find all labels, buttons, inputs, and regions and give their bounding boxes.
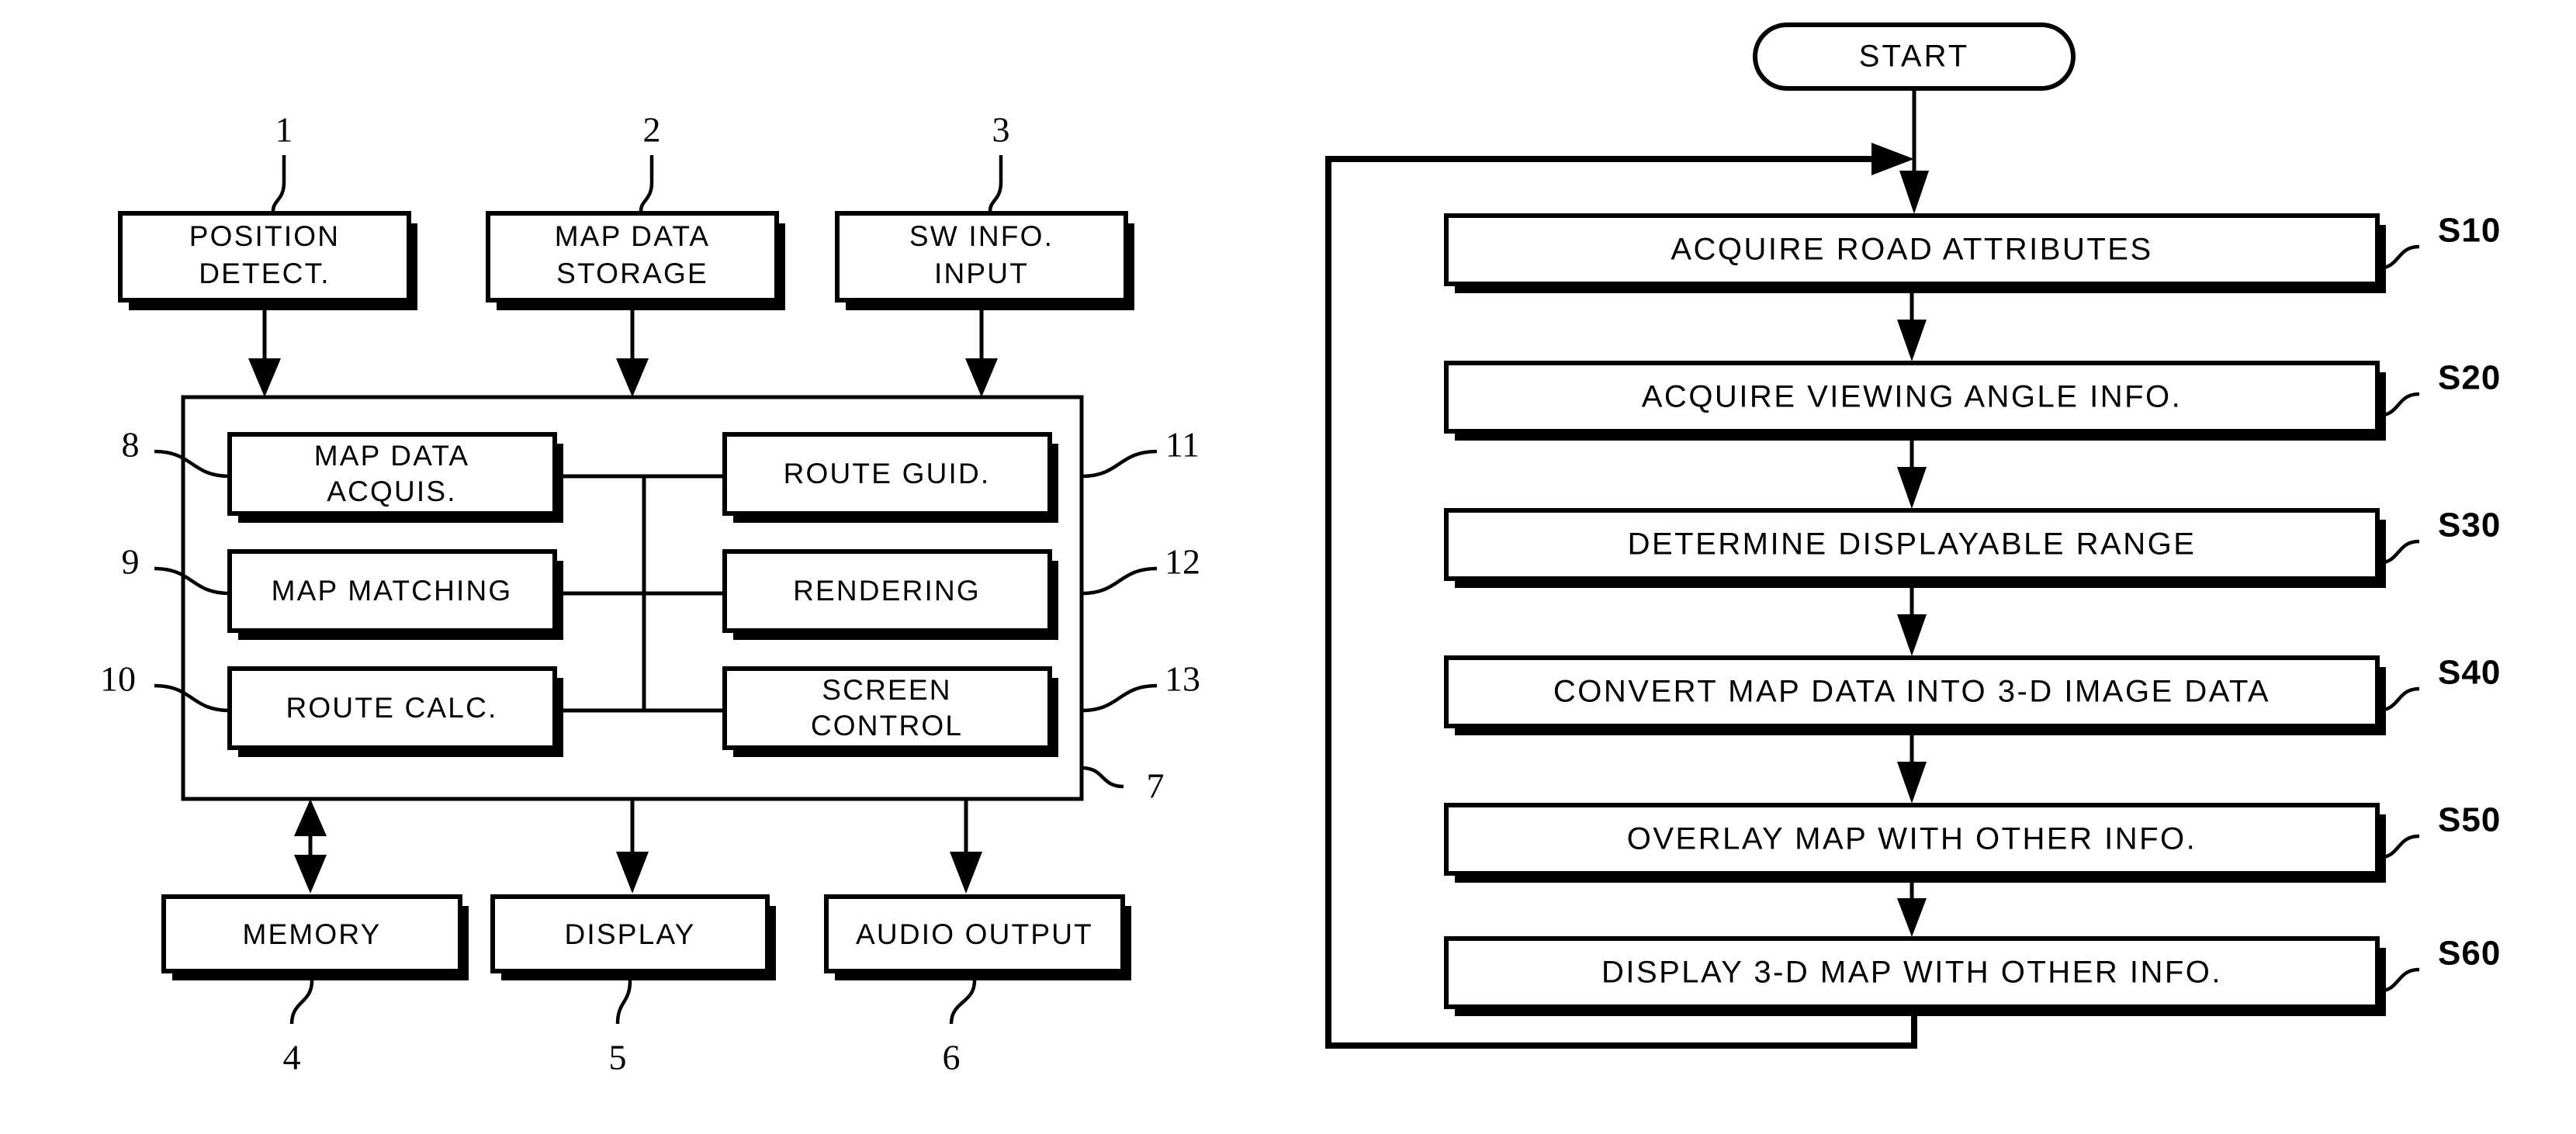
arrow-position-to-control bbox=[248, 310, 281, 397]
block-map-data-storage[interactable]: MAP DATA STORAGE bbox=[486, 211, 785, 310]
ref-number-10: 10 bbox=[100, 659, 136, 699]
block-position-detect[interactable]: POSITION DETECT. bbox=[118, 211, 417, 310]
module-route-calc-label: ROUTE CALC. bbox=[286, 692, 498, 724]
block-sw-info-input-line-2: INPUT bbox=[934, 258, 1029, 289]
ref-leader-13 bbox=[1081, 683, 1158, 713]
module-screen-control[interactable]: SCREEN CONTROL bbox=[722, 666, 1058, 757]
ref-leader-7 bbox=[1081, 766, 1124, 789]
block-position-detect-line-2: DETECT. bbox=[199, 258, 331, 289]
module-map-data-acquis-line-1: MAP DATA bbox=[314, 440, 470, 472]
flow-arrow-s40-s50 bbox=[1897, 735, 1927, 804]
module-map-data-acquis-line-2: ACQUIS. bbox=[327, 475, 457, 507]
patent-figure: 1 2 3 POSITION DETECT. MAP DATA STORAGE bbox=[0, 0, 2576, 1134]
ref-number-1: 1 bbox=[275, 110, 293, 150]
flow-step-s60-label: DISPLAY 3-D MAP WITH OTHER INFO. bbox=[1601, 956, 2222, 990]
ref-number-6: 6 bbox=[943, 1038, 961, 1077]
module-route-guid[interactable]: ROUTE GUID. bbox=[722, 432, 1058, 523]
flow-arrow-s20-s30 bbox=[1897, 441, 1927, 509]
ref-leader-1 bbox=[271, 155, 286, 212]
flow-step-s20-label: ACQUIRE VIEWING ANGLE INFO. bbox=[1642, 380, 2182, 414]
step-number-s50: S50 bbox=[2438, 801, 2501, 839]
flow-step-s20[interactable]: ACQUIRE VIEWING ANGLE INFO. bbox=[1444, 361, 2386, 441]
block-sw-info-input-line-1: SW INFO. bbox=[909, 220, 1054, 252]
module-screen-control-line-2: CONTROL bbox=[811, 710, 963, 742]
flow-step-s50[interactable]: OVERLAY MAP WITH OTHER INFO. bbox=[1444, 803, 2386, 883]
ref-leader-4 bbox=[289, 980, 314, 1025]
ref-leader-6 bbox=[949, 980, 977, 1025]
arrow-control-to-memory bbox=[294, 799, 327, 894]
flow-step-s30[interactable]: DETERMINE DISPLAYABLE RANGE bbox=[1444, 508, 2386, 588]
block-memory-label: MEMORY bbox=[242, 918, 381, 950]
step-number-s10: S10 bbox=[2438, 212, 2501, 250]
block-memory[interactable]: MEMORY bbox=[161, 894, 469, 980]
flow-step-s30-label: DETERMINE DISPLAYABLE RANGE bbox=[1628, 527, 2197, 562]
step-number-s60: S60 bbox=[2438, 935, 2501, 973]
ref-leader-2 bbox=[639, 155, 654, 212]
ref-leader-3 bbox=[988, 155, 1003, 212]
block-audio-output[interactable]: AUDIO OUTPUT bbox=[824, 894, 1131, 980]
flow-step-s50-label: OVERLAY MAP WITH OTHER INFO. bbox=[1627, 822, 2197, 856]
flow-step-s40[interactable]: CONVERT MAP DATA INTO 3-D IMAGE DATA bbox=[1444, 655, 2386, 735]
block-display-label: DISPLAY bbox=[565, 918, 696, 950]
module-map-data-acquis[interactable]: MAP DATA ACQUIS. bbox=[227, 432, 563, 523]
ref-number-7: 7 bbox=[1147, 766, 1165, 806]
module-map-matching-label: MAP MATCHING bbox=[272, 575, 513, 607]
module-map-matching[interactable]: MAP MATCHING bbox=[227, 549, 563, 640]
block-position-detect-line-1: POSITION bbox=[189, 220, 340, 252]
ref-number-13: 13 bbox=[1165, 659, 1200, 699]
ref-leader-5 bbox=[615, 980, 632, 1025]
module-rendering[interactable]: RENDERING bbox=[722, 549, 1058, 640]
flow-start-to-s10 bbox=[1899, 88, 1929, 214]
ref-number-12: 12 bbox=[1165, 542, 1200, 582]
flow-step-s40-label: CONVERT MAP DATA INTO 3-D IMAGE DATA bbox=[1553, 675, 2270, 709]
ref-number-4: 4 bbox=[283, 1038, 301, 1077]
module-screen-control-line-1: SCREEN bbox=[822, 674, 951, 706]
block-audio-output-label: AUDIO OUTPUT bbox=[856, 918, 1093, 950]
flow-arrow-s50-s60 bbox=[1897, 883, 1927, 937]
flow-arrow-s30-s40 bbox=[1897, 588, 1927, 656]
block-display[interactable]: DISPLAY bbox=[490, 894, 776, 980]
step-number-s40: S40 bbox=[2438, 654, 2501, 692]
arrow-control-to-display bbox=[616, 799, 649, 894]
ref-leader-11 bbox=[1081, 449, 1158, 479]
ref-number-5: 5 bbox=[609, 1038, 627, 1077]
flow-step-s10-label: ACQUIRE ROAD ATTRIBUTES bbox=[1671, 233, 2152, 267]
flow-step-s10[interactable]: ACQUIRE ROAD ATTRIBUTES bbox=[1444, 213, 2386, 293]
ref-number-8: 8 bbox=[122, 425, 140, 465]
ref-number-3: 3 bbox=[992, 110, 1010, 150]
ref-number-11: 11 bbox=[1165, 425, 1200, 465]
module-route-calc[interactable]: ROUTE CALC. bbox=[227, 666, 563, 757]
arrow-swinfo-to-control bbox=[965, 310, 998, 397]
ref-number-2: 2 bbox=[643, 110, 661, 150]
step-number-s20: S20 bbox=[2438, 359, 2501, 397]
flow-start-label: START bbox=[1859, 40, 1969, 74]
ref-number-9: 9 bbox=[122, 542, 140, 582]
flow-start-terminator[interactable]: START bbox=[1753, 22, 2076, 91]
flow-step-s60[interactable]: DISPLAY 3-D MAP WITH OTHER INFO. bbox=[1444, 936, 2386, 1016]
arrow-control-to-audio bbox=[950, 799, 982, 894]
block-map-data-storage-line-1: MAP DATA bbox=[555, 220, 711, 252]
module-rendering-label: RENDERING bbox=[793, 575, 981, 607]
module-route-guid-label: ROUTE GUID. bbox=[784, 458, 991, 489]
step-number-s30: S30 bbox=[2438, 506, 2501, 545]
ref-leader-12 bbox=[1081, 566, 1158, 596]
block-map-data-storage-line-2: STORAGE bbox=[556, 258, 708, 289]
arrow-mapdata-to-control bbox=[616, 310, 649, 397]
block-sw-info-input[interactable]: SW INFO. INPUT bbox=[835, 211, 1134, 310]
flow-arrow-s10-s20 bbox=[1897, 293, 1927, 361]
